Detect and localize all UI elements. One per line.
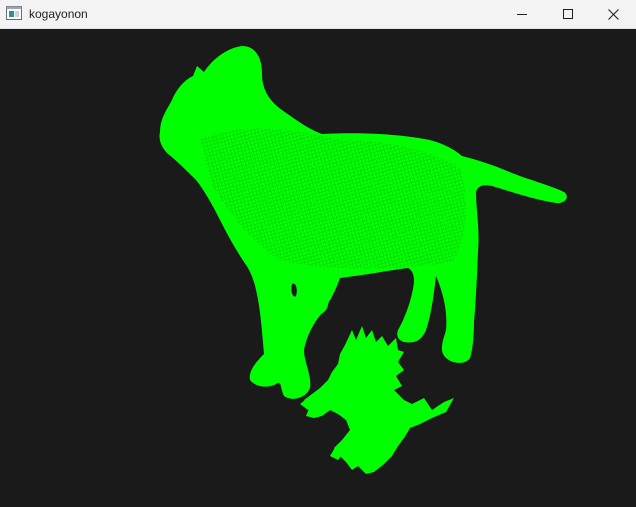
- minimize-button[interactable]: [499, 0, 545, 28]
- render-viewport[interactable]: [0, 29, 636, 507]
- title-bar[interactable]: kogayonon: [0, 0, 636, 29]
- creature-model: [300, 326, 454, 474]
- maximize-button[interactable]: [545, 0, 591, 28]
- minimize-icon: [517, 9, 527, 19]
- app-window: kogayonon: [0, 0, 636, 507]
- app-window-icon: [6, 6, 22, 20]
- window-title: kogayonon: [29, 7, 88, 21]
- close-icon: [607, 8, 619, 20]
- close-button[interactable]: [590, 0, 636, 28]
- maximize-icon: [563, 9, 573, 19]
